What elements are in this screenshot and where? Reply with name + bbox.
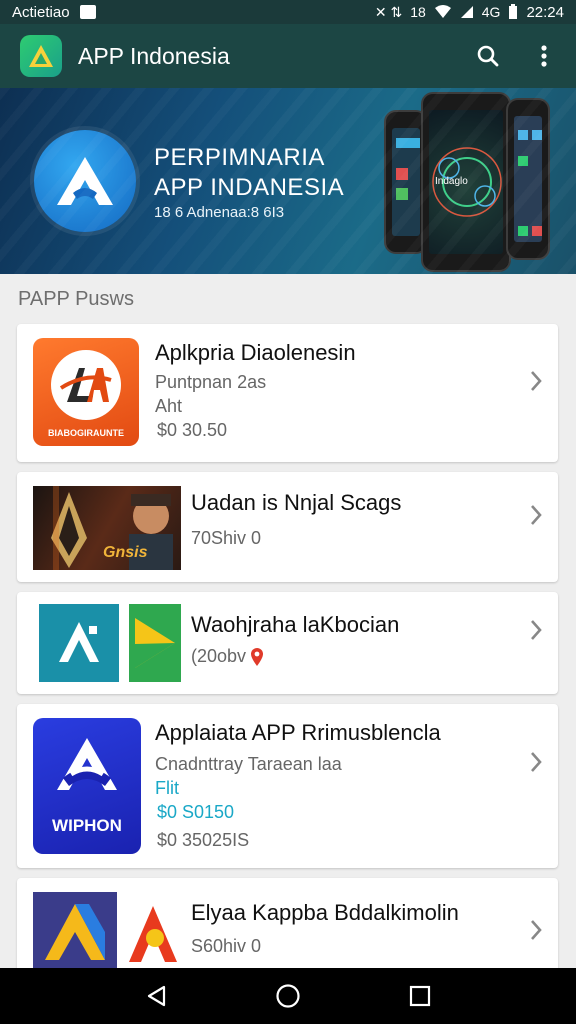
location-pin-icon [251,647,264,666]
wiphon-logo-icon: WIPHON [33,718,141,854]
clock: 22:24 [526,3,564,21]
system-nav-bar [0,968,576,1024]
status-bar: Actietiao ✕ ⇅ 18 4G 22:24 [0,0,576,24]
app-card-3[interactable]: Waohjraha laKbocian (20obv [17,592,558,694]
app-card-2[interactable]: Gnsis Uadan is Nnjal Scags 70Shiv 0 [17,472,558,582]
app-meta-2: 70Shiv 0 [191,528,262,548]
home-icon[interactable] [268,976,308,1016]
thumb-label-1: BIABOGIRAUNTE [48,428,124,438]
green-logo-icon [129,604,181,682]
la-logo-icon: BIABOGIRAUNTE [33,338,139,446]
chevron-right-icon [531,620,542,640]
app-name-5: Elyaa Kappba Bddalkimolin [191,900,459,925]
app-name-1: Aplkpria Diaolenesin [155,340,356,365]
cell-signal-icon [460,6,473,18]
app-name-4: Applaiata APP Rrimusblencla [155,720,441,745]
app-price-1: $0 30.50 [157,420,228,440]
phone-illustration-right [506,98,550,260]
app-logo-icon [20,35,62,77]
thumb-label-2: Gnsis [103,544,148,561]
app-name-3: Waohjraha laKbocian [191,612,400,637]
notification-icon [79,5,96,19]
promo-banner[interactable]: PERPIMNARIA APP INDANESIA 18 6 Adnenaa:8… [0,88,576,274]
app-developer-1: Puntpnan 2as [155,372,267,392]
more-vert-icon[interactable] [530,42,558,70]
app-card-4[interactable]: WIPHON Applaiata APP Rrimusblencla Cnadn… [17,704,558,868]
chevron-right-icon [531,505,542,525]
app-category-1: Aht [155,396,183,416]
battery-icon [509,4,518,19]
network-text: 4G [481,4,501,20]
app-title: APP Indonesia [78,42,230,69]
a-logo-icon [39,604,119,682]
search-icon[interactable] [474,42,502,70]
carrier-label: Actietiao [12,3,70,21]
banner-title-line2: APP INDANESIA [154,174,345,201]
app-category-4: Flit [155,778,179,798]
app-name-2: Uadan is Nnjal Scags [191,490,402,515]
phone-illustration-center: Indaglo [421,92,511,272]
signal-text: 18 [410,4,426,20]
app-price-4: $0 S0150 [157,802,235,822]
banner-title-line1: PERPIMNARIA [154,144,325,171]
thumb-label-4: WIPHON [52,816,122,835]
chevron-right-icon [531,920,542,940]
phone-screen-text: Indaglo [435,176,468,187]
banner-subtitle: 18 6 Adnenaa:8 6I3 [154,204,285,221]
recents-icon[interactable] [400,976,440,1016]
banner-logo-icon [34,130,136,232]
app-bar: APP Indonesia [0,24,576,88]
status-indicators: ✕ ⇅ [374,4,403,20]
wifi-icon [434,5,451,18]
app-price-alt-4: $0 35025IS [157,830,250,850]
app-meta-3: (20obv [191,646,247,666]
app-developer-4: Cnadnttray Taraean laa [155,754,342,774]
game-art-icon: Gnsis [33,486,181,570]
app-meta-5: S60hiv 0 [191,936,262,956]
app-card-1[interactable]: BIABOGIRAUNTE Aplkpria Diaolenesin Puntp… [17,324,558,462]
chevron-right-icon [531,752,542,772]
back-icon[interactable] [136,976,176,1016]
section-title: PAPP Pusws [18,288,134,310]
chevron-right-icon [531,371,542,391]
screen: Actietiao ✕ ⇅ 18 4G 22:24 APP Indonesia [0,0,576,1024]
phone-illustration-left [384,110,428,254]
